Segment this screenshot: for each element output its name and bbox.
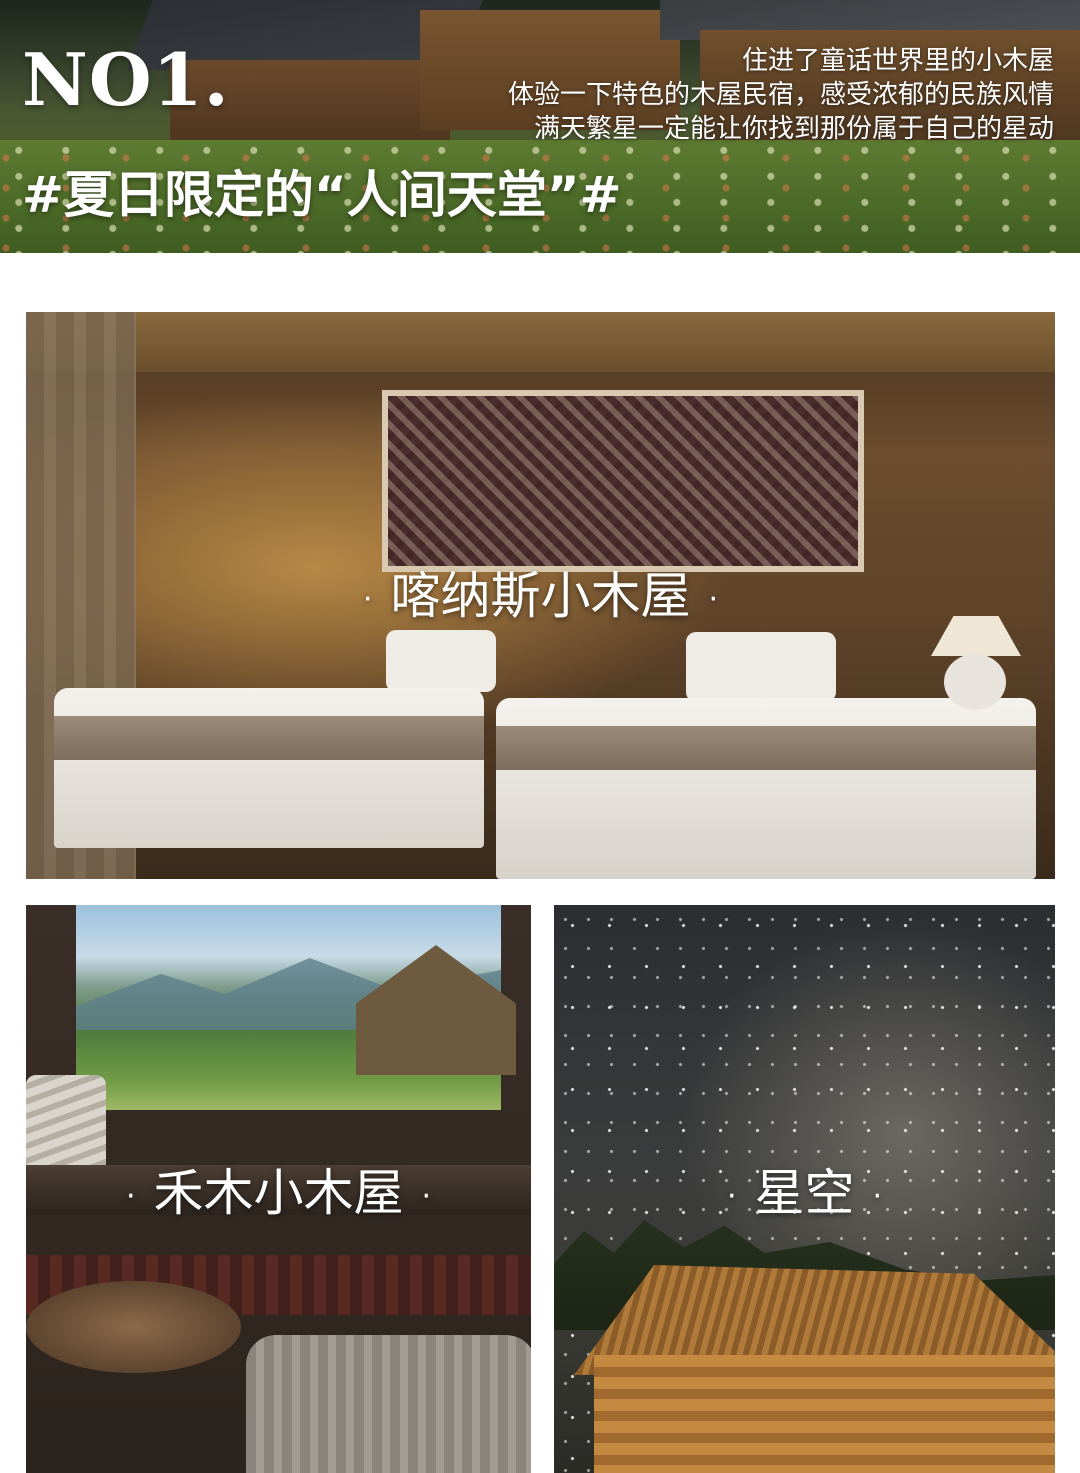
rank-title: NO1. [22, 37, 230, 122]
photo-label: · 禾木小木屋 · [26, 1163, 531, 1227]
lamp-base [944, 654, 1006, 710]
cushion [26, 1075, 106, 1175]
dot-separator: · [421, 1178, 432, 1214]
dot-separator: · [708, 581, 719, 617]
bed-runner [54, 716, 484, 760]
photo-label-text: 禾木小木屋 [153, 1164, 404, 1222]
header-banner: NO1. 住进了童话世界里的小木屋 体验一下特色的木屋民宿，感受浓郁的民族风情 … [0, 0, 1080, 253]
dot-separator: · [125, 1178, 136, 1214]
pillow [686, 632, 836, 702]
photo-starry-sky: · 星空 · [554, 905, 1055, 1473]
bed [54, 688, 484, 848]
intro-line: 满天繁星一定能让你找到那份属于自己的星动 [533, 114, 1054, 144]
dot-separator: · [362, 581, 373, 617]
photo-label-text: 星空 [754, 1164, 855, 1222]
bed [496, 698, 1036, 879]
photo-kanas-cabin: · 喀纳斯小木屋 · [26, 312, 1055, 879]
round-table [26, 1281, 241, 1373]
photo-label-text: 喀纳斯小木屋 [390, 567, 691, 625]
intro-text: 住进了童话世界里的小木屋 体验一下特色的木屋民宿，感受浓郁的民族风情 满天繁星一… [508, 44, 1054, 146]
photo-label: · 星空 · [554, 1163, 1055, 1227]
bed-runner [496, 726, 1036, 770]
intro-line: 住进了童话世界里的小木屋 [741, 46, 1054, 76]
ceiling [26, 312, 1055, 372]
armchair [246, 1335, 531, 1473]
intro-line: 体验一下特色的木屋民宿，感受浓郁的民族风情 [507, 80, 1054, 110]
dot-separator: · [726, 1178, 737, 1214]
pillow [386, 630, 496, 692]
tagline: #夏日限定的“人间天堂”# [22, 166, 622, 224]
photo-hemu-cabin: · 禾木小木屋 · [26, 905, 531, 1473]
dot-separator: · [872, 1178, 883, 1214]
photo-label: · 喀纳斯小木屋 · [26, 566, 1055, 630]
cabin-wall [594, 1355, 1055, 1473]
wall-carpet [382, 390, 864, 572]
